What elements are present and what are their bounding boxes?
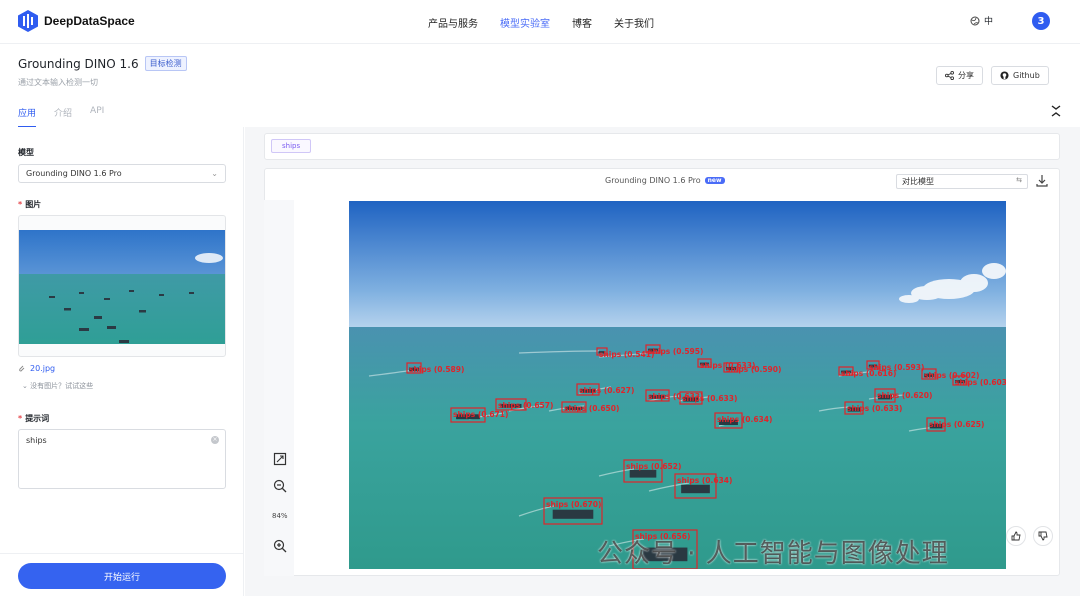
collapse-icon[interactable] [1049, 104, 1063, 118]
tab-api[interactable]: API [90, 106, 104, 128]
top-nav: DeepDataSpace 产品与服务 模型实验室 博客 关于我们 中 3 [0, 0, 1080, 44]
prompt-value: ships [26, 436, 47, 445]
detection-label: ships (0.634) [717, 415, 772, 424]
model-select-value: Grounding DINO 1.6 Pro [26, 169, 122, 178]
zoom-level: 84% [272, 512, 288, 520]
language-label: 中 [984, 17, 994, 27]
brand-logo[interactable]: DeepDataSpace [18, 10, 135, 32]
result-model-title: Grounding DINO 1.6 Pro new [605, 176, 725, 185]
brand-name: DeepDataSpace [44, 14, 135, 28]
sample-images-text: 没有图片？试试这些 [30, 382, 94, 390]
model-label: 模型 [18, 148, 34, 157]
prompt-label: * 提示词 [18, 414, 50, 423]
tab-intro[interactable]: 介绍 [54, 106, 72, 128]
detection-label: ships (0.590) [726, 365, 781, 374]
chevron-down-icon: ⌄ [211, 169, 218, 178]
page-subtitle: 通过文本输入检测一切 [18, 78, 98, 87]
user-avatar[interactable]: 3 [1032, 12, 1050, 30]
ships-thumbnail [19, 230, 225, 344]
uploaded-file[interactable]: 20.jpg [18, 364, 55, 373]
tab-bar: 应用 介绍 API [18, 106, 104, 128]
nav-item-about[interactable]: 关于我们 [614, 15, 654, 30]
share-icon [945, 71, 954, 80]
result-model-name: Grounding DINO 1.6 Pro [605, 176, 701, 185]
detection-label: ships (0.595) [648, 347, 703, 356]
sample-images-toggle[interactable]: ⌄ 没有图片？试试这些 [22, 381, 93, 391]
github-icon [1000, 71, 1009, 80]
prompt-chip[interactable]: ships [271, 139, 312, 153]
divider [0, 553, 244, 554]
logo-icon [18, 10, 38, 32]
input-panel [0, 127, 244, 596]
category-tag: 目标检测 [144, 56, 187, 71]
detection-label: ships (0.671) [453, 410, 508, 419]
zoom-out-icon[interactable] [273, 479, 287, 493]
run-button[interactable]: 开始运行 [18, 563, 226, 589]
thumbs-down-icon [1038, 531, 1048, 541]
swap-icon: ⇆ [1016, 176, 1022, 184]
ship [629, 469, 657, 478]
compare-model-select[interactable]: 对比模型 ⇆ [896, 174, 1028, 189]
detection-label: ships (0.657) [498, 401, 553, 410]
github-label: Github [1013, 71, 1040, 80]
ship [552, 509, 594, 519]
detection-label: ships (0.652) [626, 462, 681, 471]
page-header: Grounding DINO 1.6 目标检测 [18, 56, 187, 71]
ship [681, 484, 710, 494]
thumbs-up-icon [1011, 531, 1021, 541]
page-title: Grounding DINO 1.6 [18, 56, 139, 71]
nav-item-blog[interactable]: 博客 [572, 15, 592, 30]
thumbs-down-button[interactable] [1033, 526, 1053, 546]
detection-label: ships (0.634) [677, 476, 732, 485]
zoom-in-icon[interactable] [273, 539, 287, 553]
attachment-icon [19, 365, 25, 372]
tab-app[interactable]: 应用 [18, 106, 37, 128]
compare-placeholder: 对比模型 [902, 177, 934, 186]
detection-label: ships (0.627) [579, 386, 634, 395]
image-upload-preview[interactable] [18, 215, 226, 357]
detection-result-image[interactable]: ships (0.589) ships (0.541) ships (0.595) s… [349, 201, 1006, 569]
image-label: * 图片 [18, 200, 42, 209]
ships-scene: ships (0.589)ships (0.541)ships (0.595)s… [349, 201, 1006, 569]
watermark: 公众号 · 人工智能与图像处理 [597, 539, 949, 569]
image-label-text: 图片 [25, 200, 42, 209]
new-badge: new [704, 177, 725, 184]
nav-item-model-lab[interactable]: 模型实验室 [500, 15, 550, 30]
clear-icon[interactable]: × [211, 436, 219, 444]
prompt-chip-bar: ships [264, 133, 1060, 160]
detection-label: ships (0.589) [409, 365, 464, 374]
nav-item-products[interactable]: 产品与服务 [428, 15, 478, 30]
file-name: 20.jpg [30, 364, 56, 373]
detection-label: ships (0.603) [955, 378, 1006, 387]
detection-label: ships (0.670) [546, 500, 601, 509]
github-button[interactable]: Github [991, 66, 1049, 85]
prompt-input[interactable]: ships × [18, 429, 226, 489]
share-label: 分享 [958, 71, 974, 80]
detection-label: ships (0.650) [564, 404, 619, 413]
share-button[interactable]: 分享 [936, 66, 983, 85]
download-icon[interactable] [1036, 174, 1048, 188]
prompt-label-text: 提示词 [25, 414, 50, 423]
main-nav: 产品与服务 模型实验室 博客 关于我们 [428, 15, 654, 30]
detection-label: ships (0.625) [929, 420, 984, 429]
fit-screen-icon[interactable] [273, 452, 287, 466]
detection-label: ships (0.620) [877, 391, 932, 400]
detection-label: ships (0.616) [841, 369, 896, 378]
globe-icon [970, 16, 980, 25]
model-select[interactable]: Grounding DINO 1.6 Pro ⌄ [18, 164, 226, 183]
thumbs-up-button[interactable] [1006, 526, 1026, 546]
language-switch[interactable]: 中 [970, 14, 993, 27]
detection-label: ships (0.633) [682, 394, 737, 403]
detection-label: ships (0.633) [847, 404, 902, 413]
